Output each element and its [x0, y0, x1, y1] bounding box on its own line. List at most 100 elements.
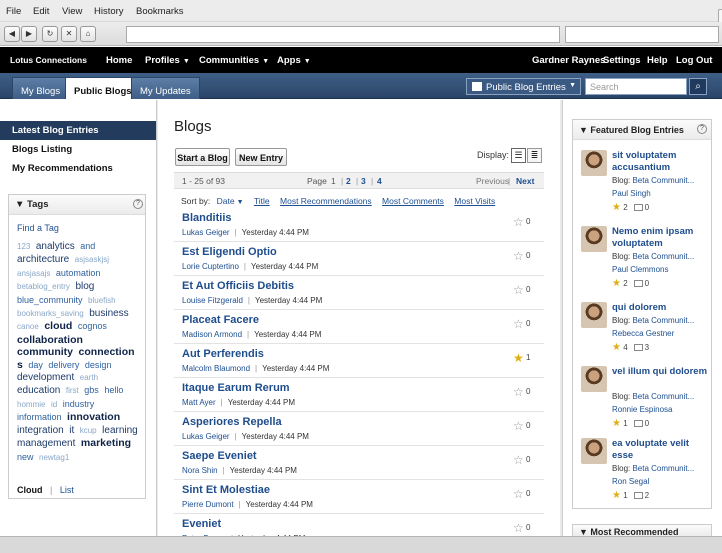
entry-author[interactable]: Lukas Geiger: [182, 228, 230, 237]
help-icon[interactable]: ?: [697, 124, 707, 134]
featured-entry-title[interactable]: qui dolorem: [612, 302, 708, 314]
search-icon[interactable]: ⌕: [689, 78, 707, 95]
search-scope-select[interactable]: Public Blog Entries ▼: [466, 78, 581, 95]
menu-history[interactable]: History: [94, 6, 124, 17]
star-icon[interactable]: ★: [513, 351, 524, 365]
avatar[interactable]: [581, 438, 607, 464]
entry-author[interactable]: Malcolm Blaumond: [182, 364, 250, 373]
tag-item[interactable]: management: [17, 438, 75, 449]
blog-name[interactable]: Beta Communit...: [632, 252, 694, 261]
tag-item[interactable]: automation: [56, 268, 101, 278]
tag-item[interactable]: and: [80, 241, 95, 251]
menu-bookmarks[interactable]: Bookmarks: [136, 6, 184, 17]
entry-title[interactable]: Saepe Eveniet: [182, 450, 257, 462]
nav-home[interactable]: Home: [106, 55, 132, 66]
tag-item[interactable]: collaboration: [17, 334, 83, 346]
star-icon[interactable]: ☆: [513, 521, 524, 535]
star-icon[interactable]: ★: [612, 418, 621, 429]
logo[interactable]: Lotus Connections: [10, 55, 87, 65]
featured-author[interactable]: Paul Clemmons: [612, 265, 668, 274]
tag-item[interactable]: community: [17, 346, 73, 358]
tag-item[interactable]: cloud: [44, 320, 72, 332]
nav-apps[interactable]: Apps ▼: [277, 55, 311, 66]
tab-my-blogs[interactable]: My Blogs: [12, 77, 70, 99]
next-link[interactable]: Next: [516, 176, 534, 186]
star-icon[interactable]: ☆: [513, 215, 524, 229]
avatar[interactable]: [581, 150, 607, 176]
entry-title[interactable]: Est Eligendi Optio: [182, 246, 277, 258]
tag-item[interactable]: integration: [17, 425, 64, 436]
tag-item[interactable]: connection: [79, 346, 135, 358]
tag-item[interactable]: hommie: [17, 400, 45, 409]
entry-title[interactable]: Et Aut Officiis Debitis: [182, 280, 294, 292]
tag-item[interactable]: hello: [104, 385, 123, 395]
tag-item[interactable]: bluefish: [88, 296, 116, 305]
avatar[interactable]: [581, 226, 607, 252]
entry-author[interactable]: Lukas Geiger: [182, 432, 230, 441]
featured-author[interactable]: Rebecca Gestner: [612, 329, 674, 338]
tag-item[interactable]: business: [89, 308, 128, 319]
reload-icon[interactable]: ↻: [42, 26, 58, 42]
user-name[interactable]: Gardner Raynes: [532, 55, 605, 66]
nav-communities[interactable]: Communities ▼: [199, 55, 269, 66]
tag-item[interactable]: first: [66, 386, 79, 395]
horizontal-scrollbar[interactable]: [0, 536, 722, 553]
tag-item[interactable]: analytics: [36, 241, 75, 252]
help-link[interactable]: Help: [647, 55, 668, 66]
tag-item[interactable]: blog: [75, 281, 94, 292]
menu-edit[interactable]: Edit: [33, 6, 49, 17]
featured-author[interactable]: Paul Singh: [612, 189, 651, 198]
nav-profiles[interactable]: Profiles ▼: [145, 55, 190, 66]
back-icon[interactable]: ◀: [4, 26, 20, 42]
find-tag-link[interactable]: Find a Tag: [17, 223, 59, 233]
home-icon[interactable]: ⌂: [80, 26, 96, 42]
featured-entry-title[interactable]: sit voluptatem accusantium: [612, 150, 708, 174]
sort-title[interactable]: Title: [254, 196, 270, 206]
tag-item[interactable]: day: [28, 360, 43, 370]
stop-icon[interactable]: ✕: [61, 26, 77, 42]
tag-item[interactable]: gbs: [84, 385, 99, 395]
featured-header[interactable]: ▼ Featured Blog Entries: [573, 120, 711, 140]
sort-date[interactable]: Date ▼: [217, 196, 244, 206]
entry-author[interactable]: Louise Fitzgerald: [182, 296, 243, 305]
settings-link[interactable]: Settings: [603, 55, 640, 66]
tag-item[interactable]: kcup: [80, 426, 97, 435]
star-icon[interactable]: ☆: [513, 453, 524, 467]
tag-item[interactable]: development: [17, 372, 74, 383]
tag-item[interactable]: information: [17, 412, 62, 422]
collapse-icon[interactable]: ▼: [15, 199, 27, 210]
star-icon[interactable]: ☆: [513, 283, 524, 297]
featured-entry-title[interactable]: vel illum qui dolorem: [612, 366, 708, 378]
star-icon[interactable]: ★: [612, 342, 621, 353]
browser-search-field[interactable]: [565, 26, 719, 43]
featured-author[interactable]: Ron Segal: [612, 477, 649, 486]
menu-view[interactable]: View: [62, 6, 82, 17]
tag-item[interactable]: architecture: [17, 254, 69, 265]
list-view-toggle[interactable]: List: [60, 485, 74, 495]
entry-title[interactable]: Placeat Facere: [182, 314, 259, 326]
entry-author[interactable]: Pierre Dumont: [182, 500, 234, 509]
cloud-view-toggle[interactable]: Cloud: [17, 485, 43, 495]
featured-author[interactable]: Ronnie Espinosa: [612, 405, 672, 414]
sidebar-item-latest-entries[interactable]: Latest Blog Entries: [0, 121, 156, 140]
tag-item[interactable]: learning: [102, 425, 138, 436]
featured-entry-title[interactable]: ea voluptate velit esse: [612, 438, 708, 462]
tag-item[interactable]: asjsaskjsj: [75, 255, 109, 264]
list-view-icon[interactable]: ☰: [511, 148, 526, 163]
tag-item[interactable]: ansjasajs: [17, 269, 50, 278]
entry-title[interactable]: Blanditiis: [182, 212, 232, 224]
star-icon[interactable]: ★: [612, 490, 621, 501]
tag-item[interactable]: betablog_entry: [17, 282, 70, 291]
tag-item[interactable]: education: [17, 385, 60, 396]
forward-icon[interactable]: ▶: [21, 26, 37, 42]
url-bar[interactable]: [126, 26, 560, 43]
page-2[interactable]: 2: [346, 176, 351, 186]
tag-item[interactable]: innovation: [67, 411, 120, 423]
entry-author[interactable]: Madison Armond: [182, 330, 242, 339]
sidebar-item-my-recommendations[interactable]: My Recommendations: [0, 159, 156, 178]
blog-name[interactable]: Beta Communit...: [632, 464, 694, 473]
summary-view-icon[interactable]: ≣: [527, 148, 542, 163]
entry-author[interactable]: Lorie Cuptertino: [182, 262, 239, 271]
entry-title[interactable]: Aut Perferendis: [182, 348, 264, 360]
tag-item[interactable]: 123: [17, 242, 30, 251]
